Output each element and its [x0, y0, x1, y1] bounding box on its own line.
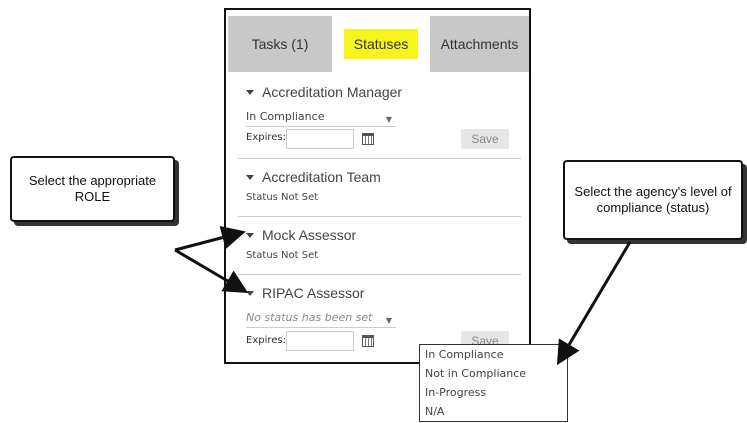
arrow-to-mock-assessor — [174, 225, 246, 252]
arrow-to-dropdown — [556, 241, 632, 366]
annotation-arrows — [174, 225, 632, 366]
arrow-to-ripac-assessor — [174, 248, 249, 294]
